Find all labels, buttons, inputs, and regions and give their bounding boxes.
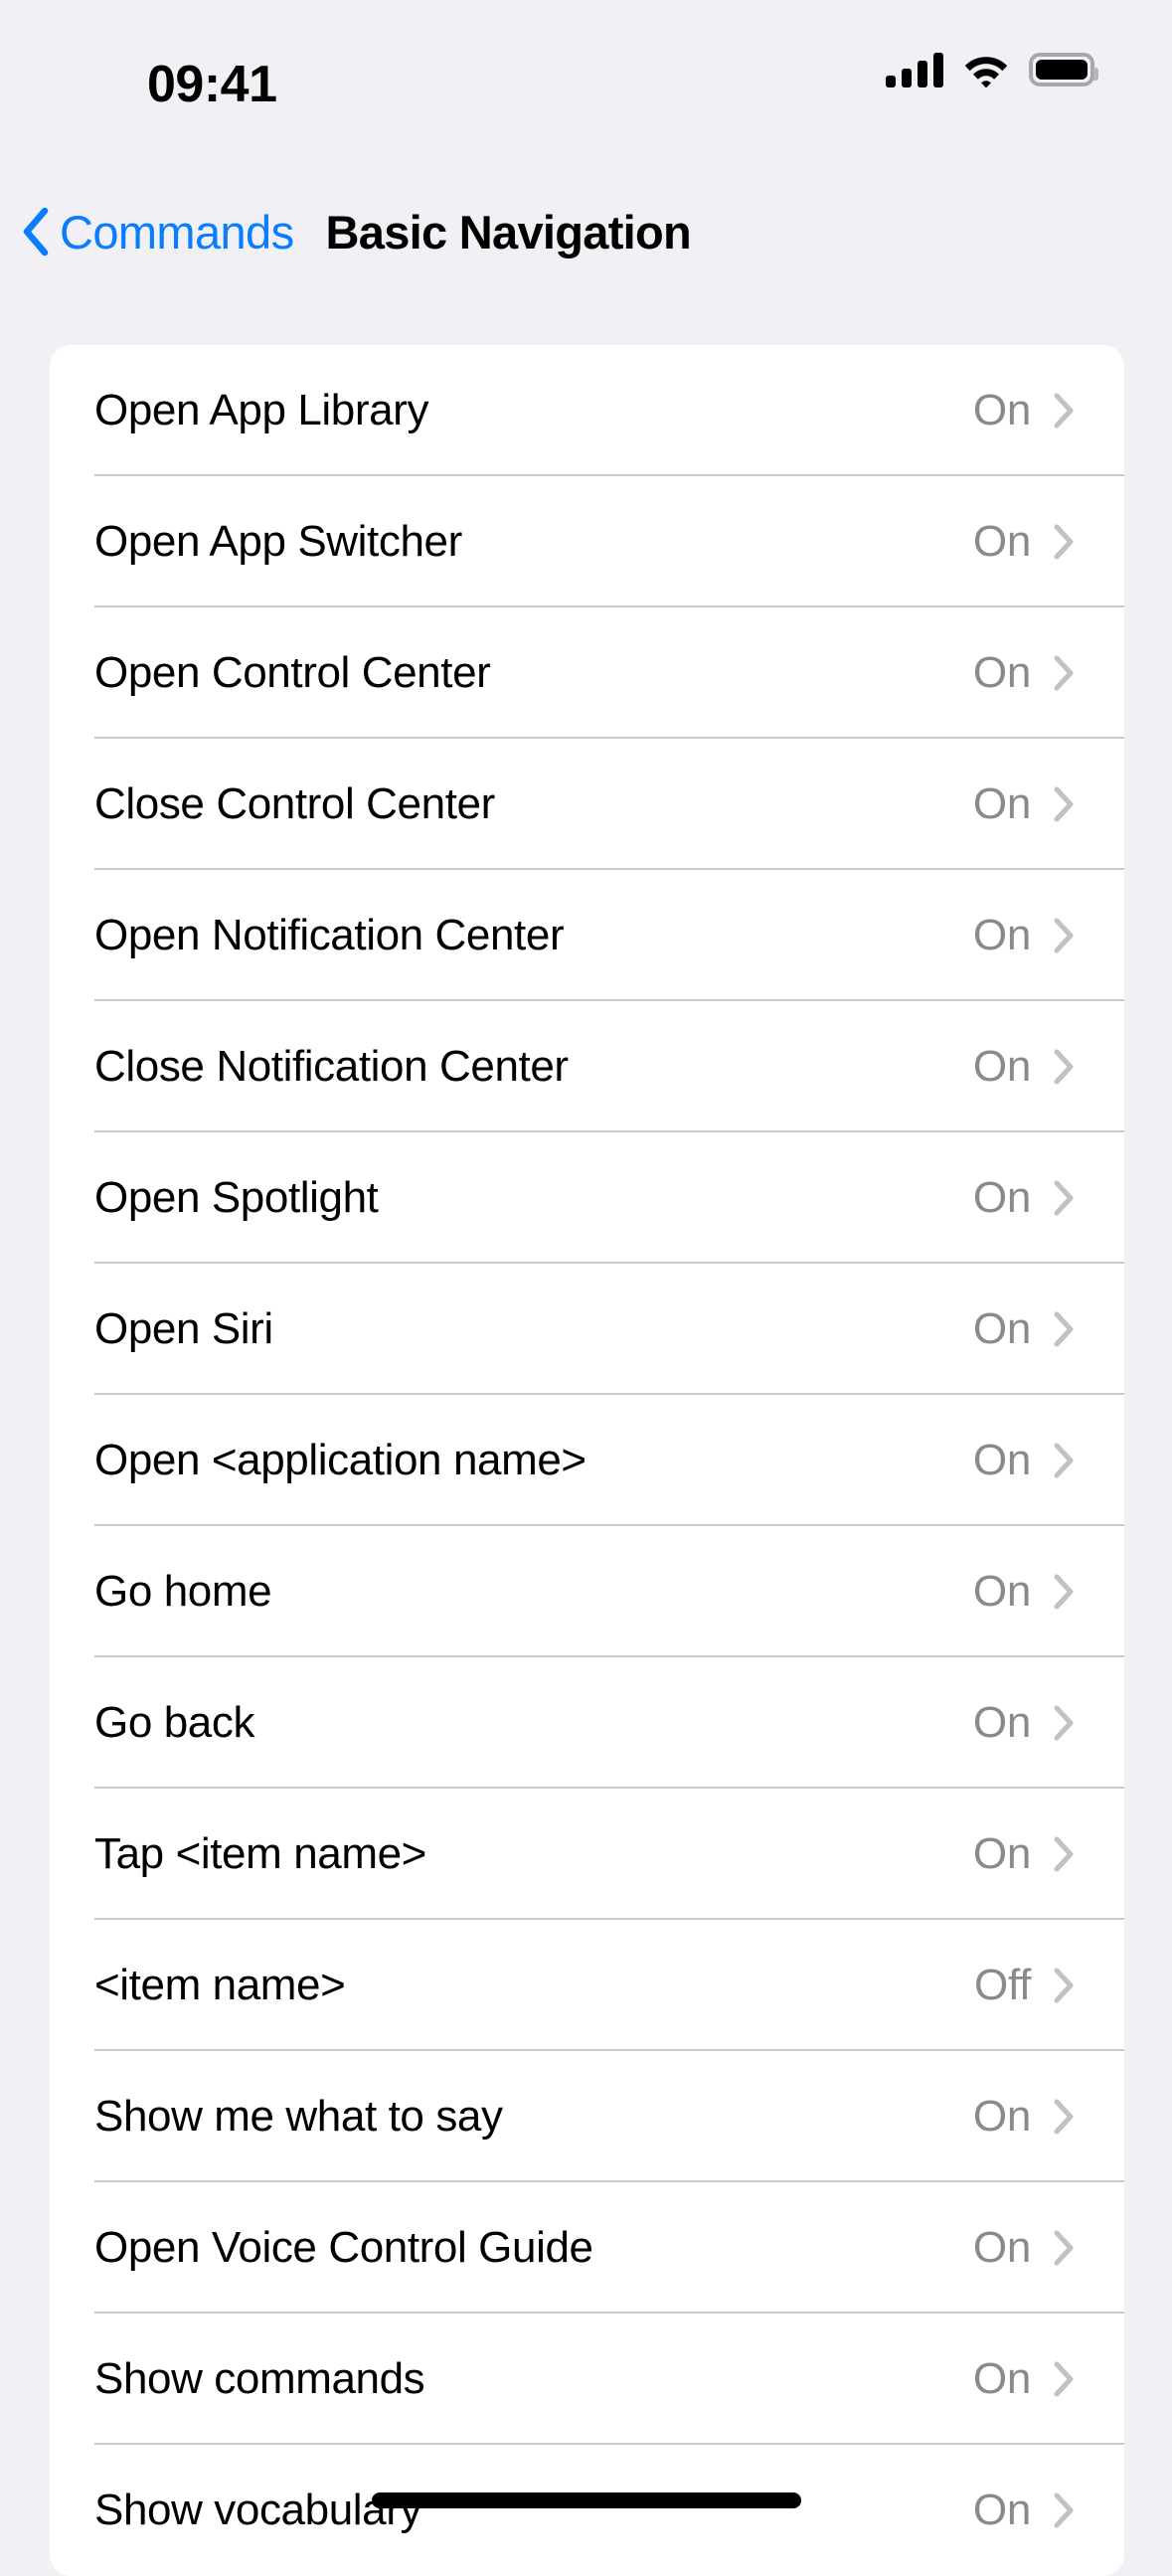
table-row[interactable]: Go back On bbox=[50, 1657, 1124, 1789]
row-value: On bbox=[972, 2223, 1031, 2272]
row-value: On bbox=[972, 1829, 1031, 1878]
row-label: Close Notification Center bbox=[94, 1042, 569, 1091]
chevron-right-icon bbox=[1054, 918, 1074, 953]
table-row[interactable]: Open Spotlight On bbox=[50, 1132, 1124, 1264]
chevron-right-icon bbox=[1054, 1311, 1074, 1347]
row-value: On bbox=[972, 386, 1031, 434]
commands-list: Open App Library On Open App Switcher On Ope… bbox=[50, 345, 1124, 2576]
chevron-right-icon bbox=[1054, 1574, 1074, 1610]
table-row[interactable]: <item name> Off bbox=[50, 1920, 1124, 2051]
table-row[interactable]: Open Voice Control Guide On bbox=[50, 2182, 1124, 2314]
row-label: Open App Library bbox=[94, 386, 429, 434]
table-row[interactable]: Show vocabulary On bbox=[50, 2445, 1124, 2576]
row-label: Open Siri bbox=[94, 1304, 273, 1353]
row-value: On bbox=[972, 1304, 1031, 1353]
battery-fill bbox=[1036, 60, 1088, 80]
row-label: Open Voice Control Guide bbox=[94, 2223, 593, 2272]
back-button-label: Commands bbox=[60, 205, 294, 258]
row-value: On bbox=[972, 1436, 1031, 1484]
row-label: Open Spotlight bbox=[94, 1173, 379, 1222]
chevron-right-icon bbox=[1054, 2099, 1074, 2135]
page-title: Basic Navigation bbox=[325, 205, 692, 258]
row-value: On bbox=[972, 517, 1031, 566]
table-row[interactable]: Open Siri On bbox=[50, 1264, 1124, 1395]
row-label: Open <application name> bbox=[94, 1436, 586, 1484]
row-value: On bbox=[972, 2486, 1031, 2534]
chevron-right-icon bbox=[1054, 1705, 1074, 1741]
status-bar-indicators bbox=[886, 52, 1098, 87]
back-button[interactable]: Commands bbox=[22, 205, 294, 259]
table-row[interactable]: Open App Library On bbox=[50, 345, 1124, 476]
chevron-right-icon bbox=[1054, 393, 1074, 429]
row-label: Tap <item name> bbox=[94, 1829, 426, 1878]
table-row[interactable]: Tap <item name> On bbox=[50, 1789, 1124, 1920]
chevron-right-icon bbox=[1054, 655, 1074, 691]
cellular-signal-icon bbox=[886, 52, 943, 87]
row-value: On bbox=[972, 1042, 1031, 1091]
chevron-right-icon bbox=[1054, 2492, 1074, 2528]
home-indicator[interactable] bbox=[371, 2492, 801, 2508]
row-value: On bbox=[972, 1698, 1031, 1747]
row-label: Go home bbox=[94, 1567, 272, 1616]
row-value: On bbox=[972, 911, 1031, 959]
chevron-left-icon bbox=[22, 207, 60, 257]
chevron-right-icon bbox=[1054, 2230, 1074, 2266]
chevron-right-icon bbox=[1054, 786, 1074, 822]
chevron-right-icon bbox=[1054, 1049, 1074, 1085]
chevron-right-icon bbox=[1054, 1836, 1074, 1872]
row-value: On bbox=[972, 2092, 1031, 2141]
table-row[interactable]: Show commands On bbox=[50, 2314, 1124, 2445]
table-row[interactable]: Open App Switcher On bbox=[50, 476, 1124, 607]
chevron-right-icon bbox=[1054, 524, 1074, 560]
table-row[interactable]: Go home On bbox=[50, 1526, 1124, 1657]
table-row[interactable]: Open <application name> On bbox=[50, 1395, 1124, 1526]
navigation-bar: Commands Basic Navigation bbox=[0, 177, 1172, 286]
table-row[interactable]: Close Notification Center On bbox=[50, 1001, 1124, 1132]
row-value: On bbox=[972, 2354, 1031, 2403]
row-label: Show me what to say bbox=[94, 2092, 503, 2141]
table-row[interactable]: Show me what to say On bbox=[50, 2051, 1124, 2182]
row-label: Open App Switcher bbox=[94, 517, 462, 566]
row-label: Open Control Center bbox=[94, 648, 491, 697]
status-bar-clock: 09:41 bbox=[147, 56, 277, 113]
row-label: Open Notification Center bbox=[94, 911, 565, 959]
chevron-right-icon bbox=[1054, 1968, 1074, 2003]
status-bar: 09:41 bbox=[0, 0, 1172, 139]
row-label: Close Control Center bbox=[94, 779, 495, 828]
row-label: Go back bbox=[94, 1698, 255, 1747]
row-value: Off bbox=[974, 1961, 1031, 2009]
wifi-icon bbox=[963, 52, 1009, 87]
row-value: On bbox=[972, 779, 1031, 828]
chevron-right-icon bbox=[1054, 2361, 1074, 2397]
table-row[interactable]: Open Control Center On bbox=[50, 607, 1124, 739]
row-value: On bbox=[972, 1567, 1031, 1616]
row-value: On bbox=[972, 1173, 1031, 1222]
battery-tip bbox=[1093, 68, 1098, 81]
chevron-right-icon bbox=[1054, 1443, 1074, 1478]
battery-icon bbox=[1029, 53, 1098, 86]
table-row[interactable]: Close Control Center On bbox=[50, 739, 1124, 870]
table-row[interactable]: Open Notification Center On bbox=[50, 870, 1124, 1001]
row-label: Show commands bbox=[94, 2354, 425, 2403]
chevron-right-icon bbox=[1054, 1180, 1074, 1216]
row-label: <item name> bbox=[94, 1961, 346, 2009]
row-value: On bbox=[972, 648, 1031, 697]
